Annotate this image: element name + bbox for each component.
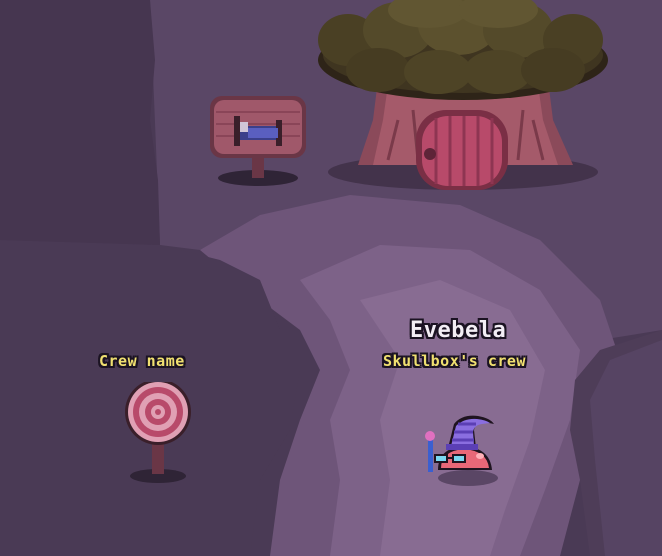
- player-name: Evebela: [410, 318, 507, 343]
- crew-signpost[interactable]: [124, 382, 196, 486]
- player-avatar[interactable]: [424, 410, 500, 490]
- bed-signpost[interactable]: [206, 92, 310, 188]
- crew-sign-label: Crew name: [99, 352, 185, 370]
- player-crew: Skullbox's crew: [383, 352, 526, 370]
- game-scene[interactable]: Crew name Evebela Skullbox's crew: [0, 0, 662, 556]
- tree-house[interactable]: [318, 0, 608, 200]
